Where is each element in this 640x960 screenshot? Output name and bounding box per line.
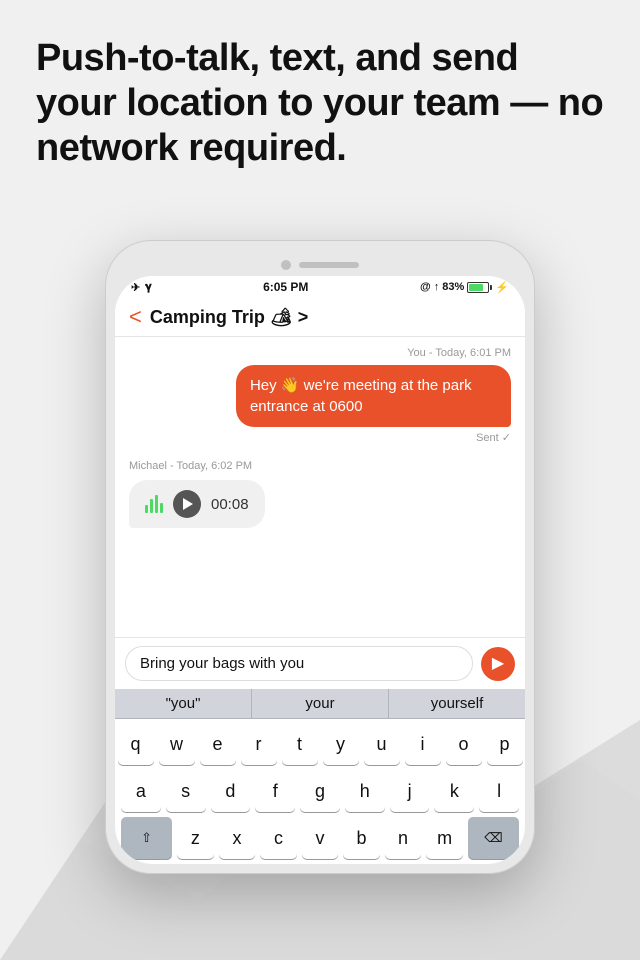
key-c[interactable]: c <box>260 817 297 859</box>
received-timestamp: Michael - Today, 6:02 PM <box>129 460 511 472</box>
autocomplete-item-0[interactable]: "you" <box>115 689 252 718</box>
status-bar: ✈ 𝛄 6:05 PM @ ↑ 83% ⚡ <box>115 276 525 298</box>
key-k[interactable]: k <box>434 770 474 812</box>
keyboard-row-2: a s d f g h j k l <box>115 770 525 812</box>
play-icon <box>183 498 193 510</box>
play-button[interactable] <box>173 490 201 518</box>
charging-icon: ⚡ <box>495 281 509 294</box>
key-u[interactable]: u <box>364 723 400 765</box>
key-z[interactable]: z <box>177 817 214 859</box>
autocomplete-item-1[interactable]: your <box>252 689 389 718</box>
send-button[interactable]: ▶ <box>481 647 515 681</box>
phone-speaker <box>299 262 359 268</box>
key-p[interactable]: p <box>487 723 523 765</box>
key-s[interactable]: s <box>166 770 206 812</box>
input-area: Bring your bags with you ▶ <box>115 637 525 689</box>
key-i[interactable]: i <box>405 723 441 765</box>
airplane-icon: ✈ <box>131 281 140 294</box>
key-shift[interactable]: ⇧ <box>121 817 172 859</box>
sent-status: Sent ✓ <box>129 431 511 444</box>
key-q[interactable]: q <box>118 723 154 765</box>
key-f[interactable]: f <box>255 770 295 812</box>
key-l[interactable]: l <box>479 770 519 812</box>
phone-mockup: ✈ 𝛄 6:05 PM @ ↑ 83% ⚡ <box>105 240 535 874</box>
sent-timestamp: You - Today, 6:01 PM <box>129 347 511 359</box>
location-icon: @ ↑ <box>420 281 439 293</box>
battery-icon <box>467 282 492 293</box>
key-m[interactable]: m <box>426 817 463 859</box>
key-w[interactable]: w <box>159 723 195 765</box>
sent-message-text: Hey 👋 we're meeting at the park entrance… <box>236 365 511 427</box>
wifi-icon: 𝛄 <box>145 281 151 294</box>
send-icon: ▶ <box>492 656 504 672</box>
key-a[interactable]: a <box>121 770 161 812</box>
status-right: @ ↑ 83% ⚡ <box>420 281 509 294</box>
audio-waveform <box>145 495 163 513</box>
autocomplete-bar: "you" your yourself <box>115 689 525 719</box>
key-x[interactable]: x <box>219 817 256 859</box>
status-time: 6:05 PM <box>263 280 308 294</box>
key-o[interactable]: o <box>446 723 482 765</box>
key-e[interactable]: e <box>200 723 236 765</box>
back-button[interactable]: < <box>129 306 142 328</box>
key-b[interactable]: b <box>343 817 380 859</box>
audio-message-bubble[interactable]: 00:08 <box>129 480 511 528</box>
keyboard-row-1: q w e r t y u i o p <box>115 723 525 765</box>
status-left: ✈ 𝛄 <box>131 281 152 294</box>
keyboard-row-3: ⇧ z x c v b n m ⌫ <box>115 817 525 859</box>
key-v[interactable]: v <box>302 817 339 859</box>
key-j[interactable]: j <box>390 770 430 812</box>
chat-area: You - Today, 6:01 PM Hey 👋 we're meeting… <box>115 337 525 637</box>
key-g[interactable]: g <box>300 770 340 812</box>
key-r[interactable]: r <box>241 723 277 765</box>
key-delete[interactable]: ⌫ <box>468 817 519 859</box>
battery-percent: 83% <box>442 281 464 293</box>
sent-message-bubble: Hey 👋 we're meeting at the park entrance… <box>129 365 511 427</box>
key-t[interactable]: t <box>282 723 318 765</box>
phone-camera <box>281 260 291 270</box>
chat-title: Camping Trip 🏕 > <box>150 307 511 328</box>
key-n[interactable]: n <box>385 817 422 859</box>
key-d[interactable]: d <box>211 770 251 812</box>
headline: Push-to-talk, text, and send your locati… <box>0 0 640 194</box>
key-h[interactable]: h <box>345 770 385 812</box>
autocomplete-item-2[interactable]: yourself <box>389 689 525 718</box>
key-y[interactable]: y <box>323 723 359 765</box>
chat-header: < Camping Trip 🏕 > <box>115 298 525 337</box>
audio-duration: 00:08 <box>211 496 249 513</box>
message-input[interactable]: Bring your bags with you <box>125 646 473 681</box>
